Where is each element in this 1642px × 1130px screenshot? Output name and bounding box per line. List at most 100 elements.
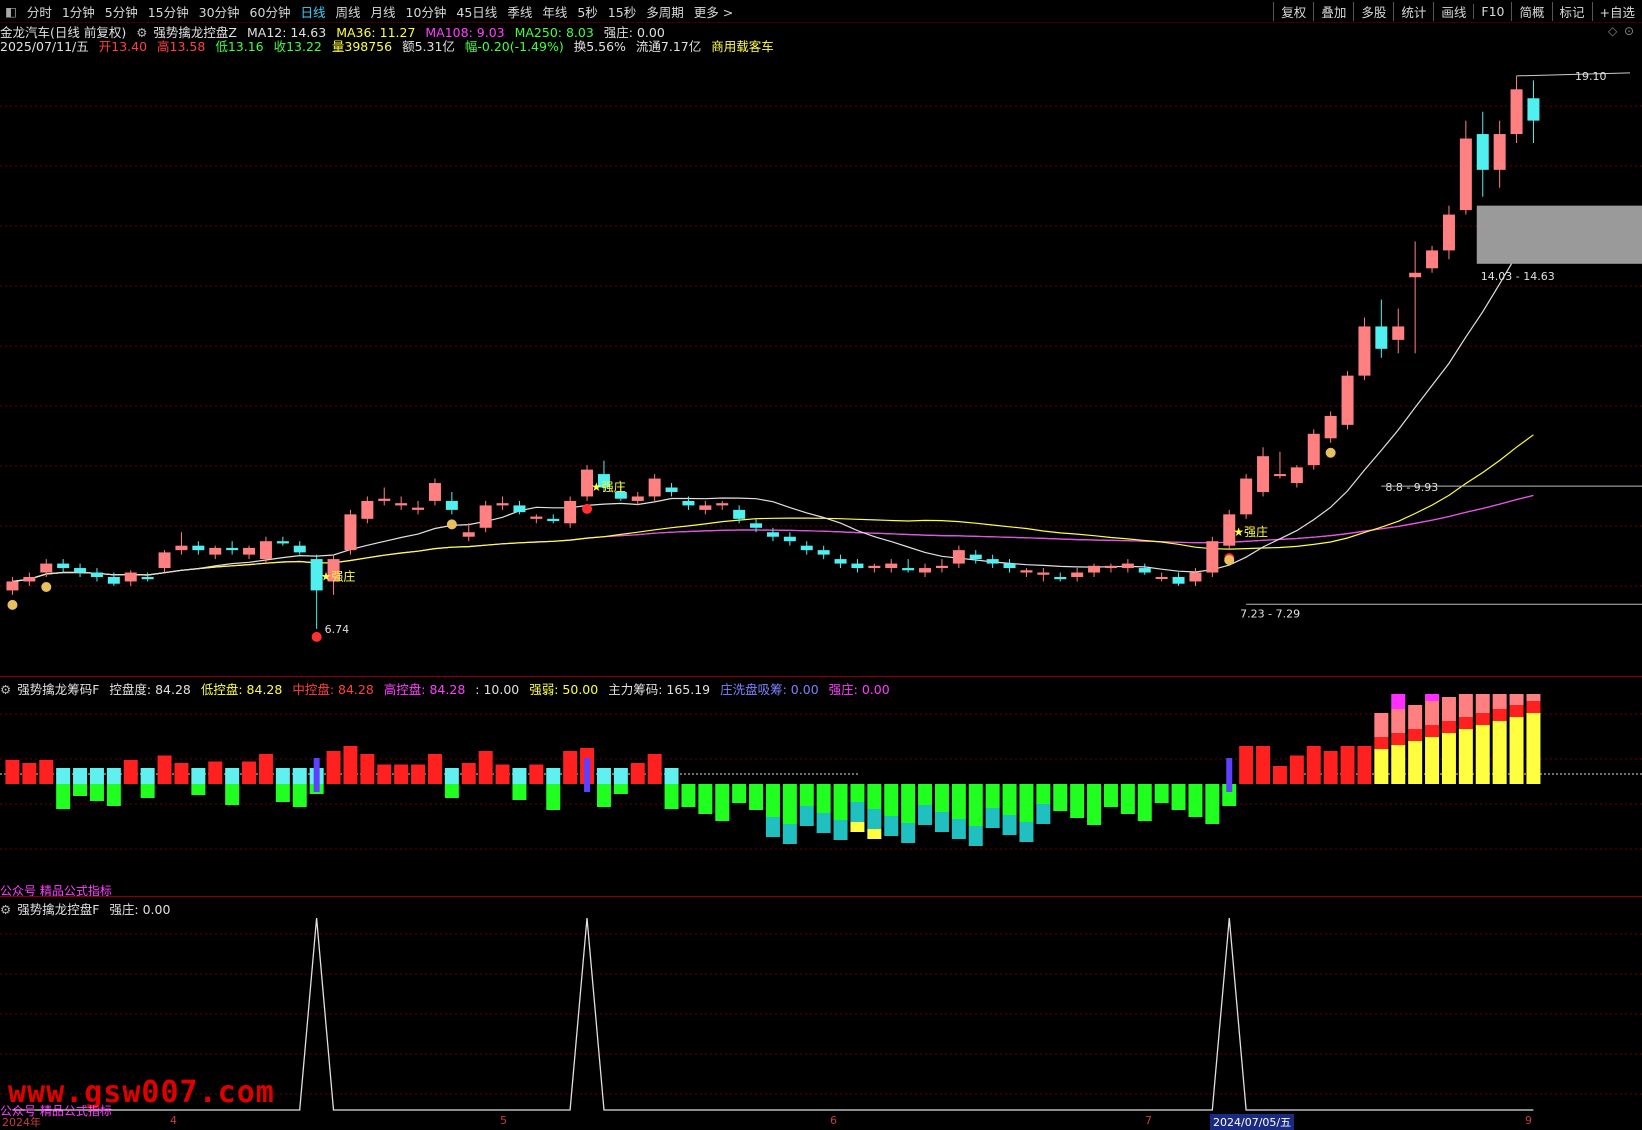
- period-tab[interactable]: 分时: [22, 2, 57, 21]
- period-tab[interactable]: 15秒: [603, 2, 641, 21]
- period-tab[interactable]: 30分钟: [194, 2, 245, 21]
- chip-bar: [225, 768, 240, 784]
- period-tab[interactable]: 15分钟: [143, 2, 194, 21]
- chip-bar: [1391, 745, 1406, 784]
- chip-bar: [867, 784, 882, 809]
- chip-bar: [39, 760, 54, 784]
- low-price-label: 6.74: [325, 623, 350, 636]
- zone-label: 7.23 - 7.29: [1240, 607, 1300, 620]
- chip-bar: [546, 784, 561, 810]
- chip-bar: [1526, 701, 1541, 713]
- period-tab[interactable]: 日线: [295, 2, 330, 21]
- chip-bar: [901, 823, 916, 843]
- candle-body: [462, 532, 475, 537]
- candle-body: [935, 565, 948, 569]
- toolbar-button[interactable]: 画线: [1433, 1, 1473, 21]
- toolbar-button[interactable]: 叠加: [1313, 1, 1353, 21]
- chip-bar: [901, 784, 916, 823]
- toolbar-menu-icon[interactable]: ◧: [0, 4, 22, 19]
- chip-bar: [1509, 717, 1524, 784]
- period-tab[interactable]: 10分钟: [401, 2, 452, 21]
- period-tab[interactable]: 45日线: [451, 2, 502, 21]
- resistance-zone: [1476, 205, 1642, 264]
- candle-body: [378, 498, 391, 501]
- candle-body: [6, 581, 19, 591]
- period-tab[interactable]: 月线: [365, 2, 400, 21]
- candle-body: [817, 550, 830, 555]
- chip-bar: [174, 763, 189, 784]
- chip-bar: [985, 808, 1000, 828]
- chart-close-icon[interactable]: ⊙: [1624, 24, 1634, 38]
- price-chart[interactable]: 19.10 6.74 14.03 - 14.63 8.8 - 9.93 7.23 - 7…: [0, 50, 1642, 670]
- period-tab[interactable]: 5秒: [572, 2, 602, 21]
- candle-body: [40, 563, 53, 573]
- chip-bar: [765, 784, 780, 817]
- toolbar-button[interactable]: 统计: [1393, 1, 1433, 21]
- money-bag-icon: [7, 599, 18, 610]
- candle-body: [665, 487, 678, 492]
- candle-body: [733, 509, 746, 519]
- chip-bar: [1036, 804, 1051, 824]
- chip-bar: [1475, 725, 1490, 784]
- period-tab[interactable]: 5分钟: [100, 2, 143, 21]
- period-tab[interactable]: 季线: [502, 2, 537, 21]
- candle-body: [276, 541, 289, 544]
- qz-signal-label: ★强庄: [321, 569, 356, 584]
- chip-bar: [1357, 746, 1372, 784]
- period-tab[interactable]: 年线: [537, 2, 572, 21]
- candle-body: [1476, 134, 1489, 170]
- chip-bar: [444, 768, 459, 784]
- period-tab[interactable]: 更多 >: [689, 2, 738, 21]
- period-tab[interactable]: 周线: [330, 2, 365, 21]
- money-bag-icon: [41, 581, 52, 592]
- candle-body: [834, 559, 847, 564]
- chip-bar: [799, 806, 814, 826]
- chip-bar: [664, 784, 679, 809]
- toolbar-button[interactable]: 标记: [1551, 1, 1592, 21]
- candle-body: [1307, 433, 1320, 466]
- indicator1-chart[interactable]: [0, 694, 1642, 894]
- chip-bar: [1374, 749, 1389, 784]
- candle-body: [226, 547, 239, 551]
- period-tab[interactable]: 60分钟: [245, 2, 296, 21]
- candle-body: [1138, 568, 1151, 573]
- period-tab[interactable]: 多周期: [641, 2, 689, 21]
- candle-body: [1527, 98, 1540, 121]
- chip-bar: [512, 768, 527, 784]
- candle-body: [192, 545, 205, 551]
- chip-bar: [242, 761, 257, 784]
- chip-bar: [1306, 746, 1321, 784]
- chip-bar: [529, 764, 544, 784]
- period-tab[interactable]: 1分钟: [57, 2, 100, 21]
- candle-body: [107, 576, 120, 584]
- toolbar-button[interactable]: F10: [1473, 3, 1511, 19]
- toolbar-button[interactable]: +自选: [1591, 1, 1642, 21]
- toolbar-button[interactable]: 简概: [1511, 1, 1551, 21]
- chip-bar: [1458, 729, 1473, 784]
- chip-bar: [1256, 746, 1271, 784]
- chip-bar: [918, 784, 933, 805]
- chip-bar: [89, 768, 104, 784]
- candle-body: [428, 483, 441, 501]
- chip-bar: [1002, 784, 1017, 815]
- chip-bar: [1188, 784, 1203, 817]
- candle-body: [344, 514, 357, 551]
- pane-divider: [0, 896, 1642, 897]
- chip-bar: [56, 784, 71, 809]
- money-bag-icon: [446, 519, 457, 530]
- chip-bar: [73, 784, 88, 796]
- candle-body: [986, 559, 999, 564]
- toolbar-button[interactable]: 复权: [1273, 1, 1313, 21]
- chip-bar: [1492, 721, 1507, 784]
- candle-body: [1189, 572, 1202, 582]
- chip-bar: [833, 784, 848, 820]
- candle-body: [902, 568, 915, 571]
- chip-bar: [1120, 784, 1135, 814]
- chip-bar: [1441, 733, 1456, 784]
- candle-body: [90, 572, 103, 577]
- candle-body: [293, 545, 306, 553]
- chip-bar: [444, 784, 459, 798]
- chart-settings-diamond-icon[interactable]: ◇: [1608, 24, 1617, 38]
- chip-bar: [1070, 784, 1085, 818]
- toolbar-button[interactable]: 多股: [1353, 1, 1393, 21]
